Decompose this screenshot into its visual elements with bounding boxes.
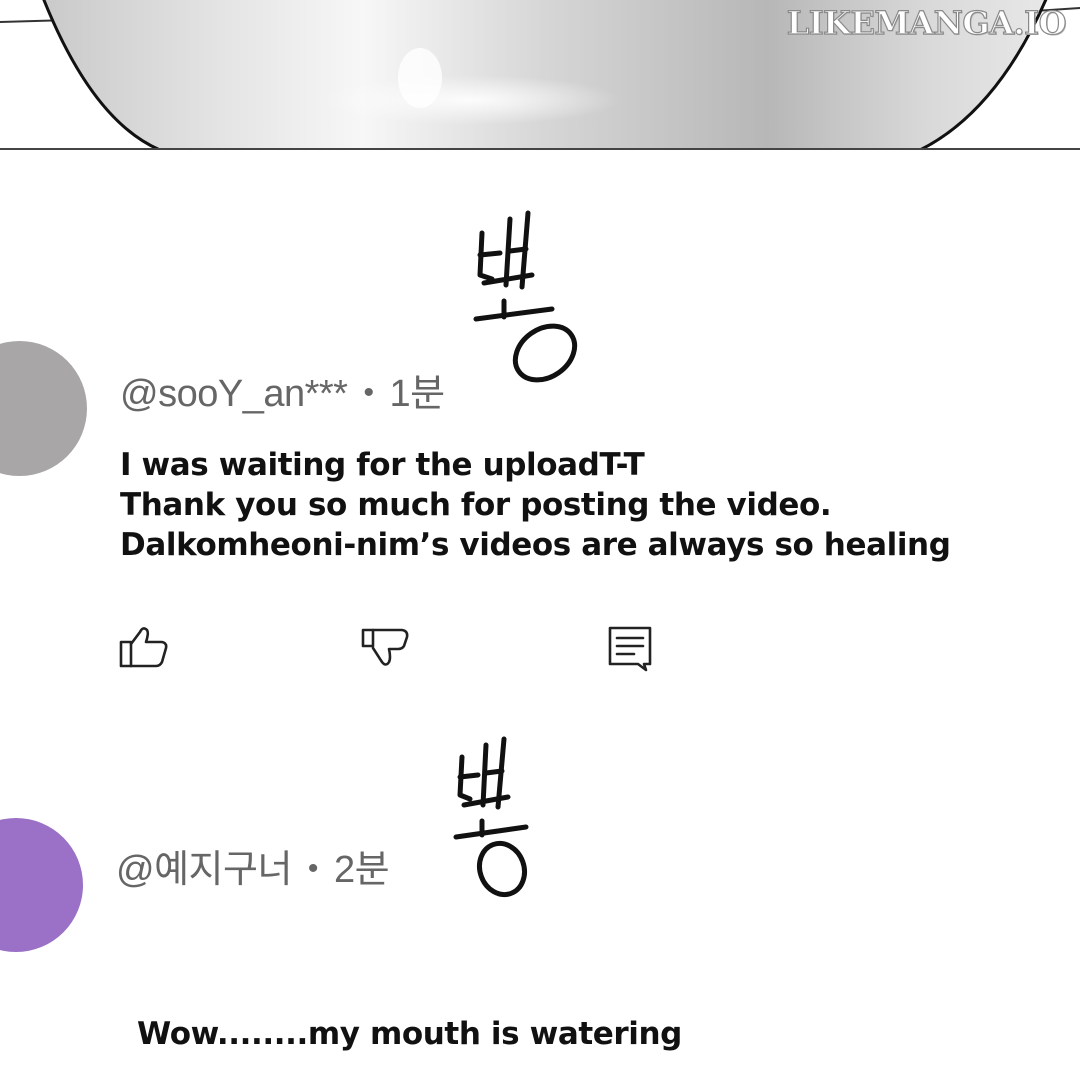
separator-dot: • xyxy=(363,376,374,409)
timestamp: 2분 xyxy=(333,849,390,891)
comment-text: I was waiting for the uploadT-T Thank yo… xyxy=(120,445,951,565)
thumbs-up-icon xyxy=(119,627,168,668)
like-button[interactable] xyxy=(118,622,170,674)
sound-effect-pop xyxy=(450,735,560,904)
username[interactable]: @sooY_an*** xyxy=(120,373,348,415)
comment-meta: @예지구너 • 2분 xyxy=(116,838,390,893)
thumbs-down-icon xyxy=(361,628,409,666)
avatar[interactable] xyxy=(0,341,87,476)
comment-text: Wow........my mouth is watering xyxy=(137,1016,682,1052)
username[interactable]: @예지구너 xyxy=(116,849,292,891)
timestamp: 1분 xyxy=(389,373,445,415)
separator-dot: • xyxy=(307,852,319,885)
comment-line: I was waiting for the uploadT-T xyxy=(120,447,645,483)
comment-line: Dalkomheoni-nim’s videos are always so h… xyxy=(120,527,951,563)
comment-line: Thank you so much for posting the video. xyxy=(120,487,832,523)
comment-meta: @sooY_an*** • 1분 xyxy=(120,362,445,417)
site-watermark: LIKEMANGA.IO xyxy=(786,3,1067,42)
avatar[interactable] xyxy=(0,818,83,952)
reply-button[interactable] xyxy=(604,622,656,674)
comment-icon xyxy=(608,626,652,672)
sound-effect-pop xyxy=(470,205,590,389)
dislike-button[interactable] xyxy=(360,622,412,674)
